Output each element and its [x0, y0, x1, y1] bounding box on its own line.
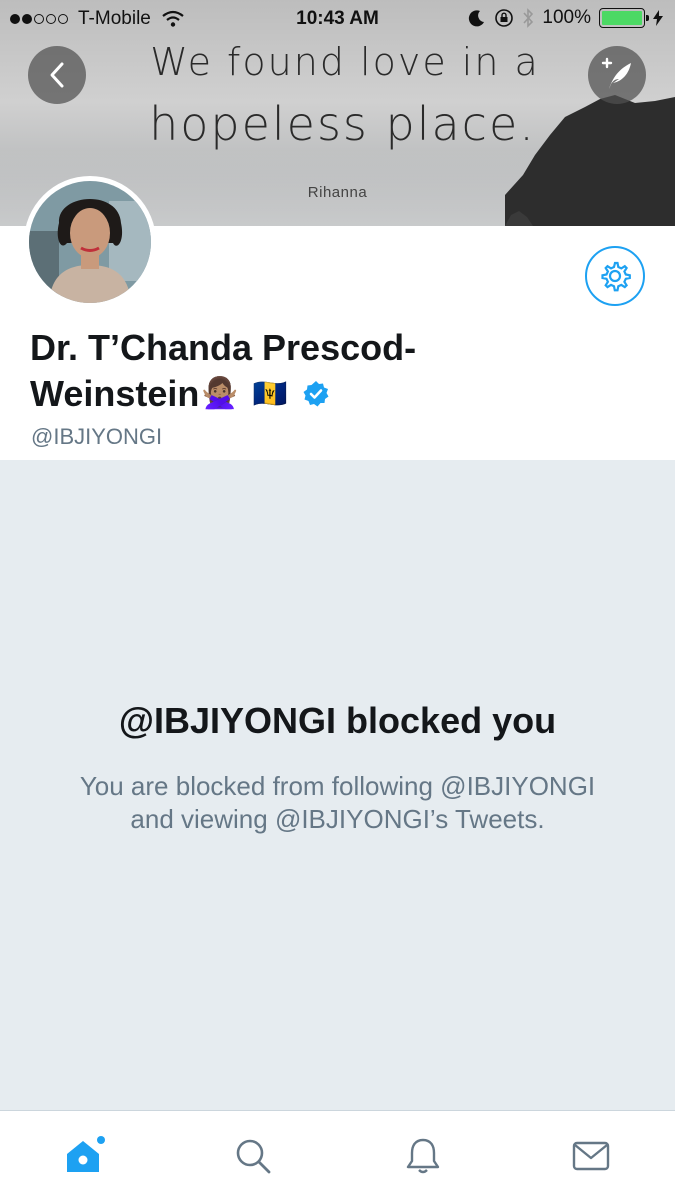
tab-home[interactable]: [60, 1131, 110, 1181]
profile-name-line1: Dr. T’Chanda Prescod-: [30, 327, 417, 368]
avatar[interactable]: [24, 176, 156, 308]
battery-percent: 100%: [542, 7, 591, 28]
flag-emoji: 🇧🇧: [252, 378, 288, 409]
moon-icon: [469, 10, 485, 27]
settings-button[interactable]: [585, 246, 645, 306]
bluetooth-icon: [523, 8, 534, 28]
charging-bolt-icon: [653, 10, 663, 26]
back-button[interactable]: [28, 46, 86, 104]
gesture-emoji: 🙅🏽‍♀️: [201, 377, 239, 410]
tab-notifications[interactable]: [398, 1131, 448, 1181]
blocked-message: You are blocked from following @IBJIYONG…: [79, 771, 596, 834]
tab-messages[interactable]: [566, 1131, 616, 1181]
status-right-group: 100%: [468, 7, 663, 29]
compose-tweet-button[interactable]: [588, 46, 646, 104]
profile-name-line2: Weinstein: [30, 373, 200, 414]
tab-search[interactable]: [228, 1131, 278, 1181]
gear-icon: [601, 261, 631, 292]
home-icon: [67, 1136, 105, 1172]
status-bar: T-Mobile 10:43 AM 100%: [0, 0, 675, 38]
compose-feather-icon: [601, 57, 631, 89]
banner-quote-line2: hopeless place.: [149, 97, 536, 151]
profile-name-line2-row: Weinstein 🙅🏽‍♀️ 🇧🇧: [30, 371, 650, 417]
avatar-photo: [29, 181, 151, 303]
banner-quote-line1: We found love in a: [150, 40, 540, 84]
messages-icon: [572, 1141, 610, 1171]
chevron-left-icon: [50, 62, 64, 88]
blocked-title: @IBJIYONGI blocked you: [118, 700, 557, 741]
search-icon: [236, 1139, 271, 1174]
rotation-lock-icon: [495, 9, 514, 27]
verified-badge-icon: [303, 381, 329, 407]
profile-name: Dr. T’Chanda Prescod- Weinstein 🙅🏽‍♀️ 🇧🇧: [30, 325, 650, 417]
profile-handle: @IBJIYONGI: [31, 424, 163, 449]
tab-bar: [0, 1110, 675, 1200]
battery-icon: [599, 8, 649, 28]
notifications-icon: [406, 1138, 440, 1174]
